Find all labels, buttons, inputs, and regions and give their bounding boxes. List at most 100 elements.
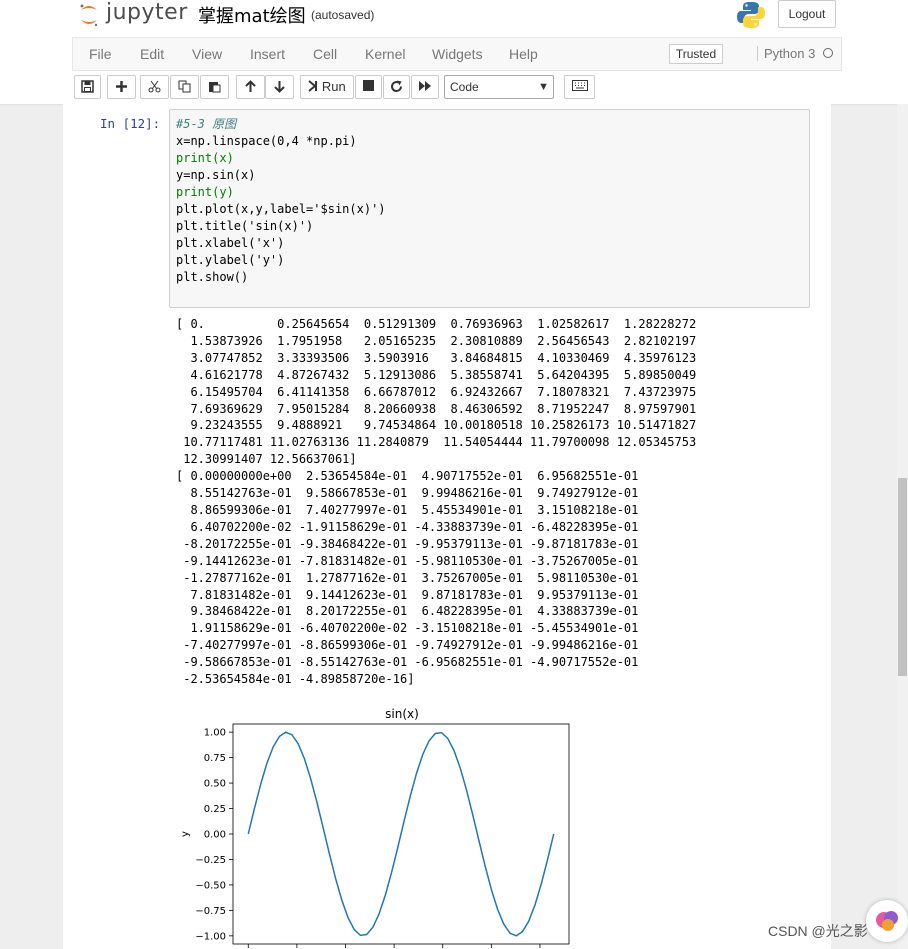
cell-output: [ 0. 0.25645654 0.51291309 0.76936963 1.… <box>176 316 696 688</box>
copy-icon <box>178 80 191 93</box>
jupyter-logo-icon <box>80 4 98 27</box>
kernel-idle-icon <box>823 48 833 58</box>
menu-edit[interactable]: Edit <box>140 46 164 62</box>
kernel-name: Python 3 <box>757 46 815 61</box>
menu-file[interactable]: File <box>89 46 112 62</box>
y-tick-label: 0.75 <box>204 753 226 764</box>
y-tick-label: −0.75 <box>195 906 226 917</box>
output-line: -7.40277997e-01 -8.86599306e-01 -9.74927… <box>176 638 639 653</box>
output-line: 9.23243555 9.4888921 9.74534864 10.00180… <box>176 418 697 433</box>
paste-button[interactable] <box>200 75 229 99</box>
code-line: plt.ylabel('y') <box>176 253 285 267</box>
cell-type-select[interactable]: Code ▼ <box>444 75 554 99</box>
output-line: 7.81831482e-01 9.14412623e-01 9.87181783… <box>176 587 639 602</box>
output-line: 1.53873926 1.7951958 2.05165235 2.308108… <box>176 333 697 348</box>
x-axis-ticks <box>247 944 541 948</box>
keyboard-icon <box>571 80 588 91</box>
save-button[interactable] <box>74 75 101 99</box>
y-tick-label: −0.25 <box>195 855 226 866</box>
y-axis-label: y <box>180 831 191 837</box>
restart-run-all-button[interactable] <box>411 75 439 99</box>
output-line: [ 0. 0.25645654 0.51291309 0.76936963 1.… <box>176 317 697 331</box>
code-line: #5-3 原图 <box>176 117 237 131</box>
restart-icon <box>391 80 403 93</box>
output-line: 4.61621778 4.87267432 5.12913086 5.38558… <box>176 367 697 382</box>
sin-plot: sin(x) y 1.00 0.75 0.50 0.25 0.00 −0.25 −0.50 −… <box>180 707 570 948</box>
code-line: print(y) <box>176 185 234 199</box>
output-line: -1.27877162e-01 1.27877162e-01 3.7526700… <box>176 570 639 585</box>
output-line: 12.30991407 12.56637061] <box>176 452 357 467</box>
output-line: 9.38468422e-01 8.20172255e-01 6.48228395… <box>176 604 639 619</box>
code-cell-editor[interactable]: #5-3 原图 x=np.linspace(0,4 *np.pi) print(… <box>169 109 810 308</box>
python-logo-icon <box>737 2 765 28</box>
menu-insert[interactable]: Insert <box>250 46 285 62</box>
output-line: -9.58667853e-01 -8.55142763e-01 -6.95682… <box>176 655 639 670</box>
output-line: 3.07747852 3.33393506 3.5903916 3.846848… <box>176 350 697 365</box>
run-button[interactable]: Run <box>300 75 354 99</box>
command-palette-button[interactable] <box>564 75 595 99</box>
trusted-indicator[interactable]: Trusted <box>669 44 723 64</box>
output-line: -9.14412623e-01 -7.81831482e-01 -5.98110… <box>176 553 639 568</box>
code-line: print(x) <box>176 151 234 165</box>
menu-kernel[interactable]: Kernel <box>365 46 405 62</box>
y-tick-label: −1.00 <box>195 931 226 942</box>
y-axis-ticks: 1.00 0.75 0.50 0.25 0.00 −0.25 −0.50 −0.75 −1.00 <box>195 728 233 942</box>
menu-help[interactable]: Help <box>509 46 538 62</box>
cut-button[interactable] <box>140 75 169 99</box>
y-tick-label: 0.25 <box>204 804 226 815</box>
notebook-name[interactable]: 掌握mat绘图 <box>198 2 306 28</box>
cell-type-value: Code <box>450 80 479 94</box>
output-line: 8.86599306e-01 7.40277997e-01 5.45534901… <box>176 502 639 517</box>
output-line: -8.20172255e-01 -9.38468422e-01 -9.95379… <box>176 536 639 551</box>
chevron-down-icon: ▼ <box>538 81 549 93</box>
brain-icon <box>876 911 898 931</box>
save-icon <box>81 80 94 93</box>
output-line: -2.53654584e-01 -4.89858720e-16] <box>176 672 415 687</box>
notebook-header: jupyter 掌握mat绘图 (autosaved) Logout File … <box>0 0 908 105</box>
copy-button[interactable] <box>170 75 199 99</box>
output-line: [ 0.00000000e+00 2.53654584e-01 4.907175… <box>176 469 639 484</box>
logout-button[interactable]: Logout <box>778 0 836 28</box>
restart-button[interactable] <box>383 75 410 99</box>
csdn-watermark: CSDN @光之影 <box>768 923 868 939</box>
interrupt-button[interactable] <box>355 75 382 99</box>
menu-widgets[interactable]: Widgets <box>432 46 483 62</box>
run-icon <box>308 80 318 92</box>
output-line: 8.55142763e-01 9.58667853e-01 9.99486216… <box>176 486 639 501</box>
arrow-up-icon <box>245 80 256 92</box>
code-editor-text[interactable]: #5-3 原图 x=np.linspace(0,4 *np.pi) print(… <box>176 116 386 286</box>
y-tick-label: 1.00 <box>204 728 226 739</box>
move-down-button[interactable] <box>265 75 294 99</box>
paste-icon <box>209 82 221 93</box>
input-prompt: In [12]: <box>100 116 161 131</box>
plus-icon <box>116 81 127 92</box>
output-line: 6.15495704 6.41141358 6.66787012 6.92432… <box>176 384 697 399</box>
output-line: 10.77117481 11.02763136 11.2840879 11.54… <box>176 435 697 450</box>
run-label: Run <box>321 79 346 94</box>
y-tick-label: −0.50 <box>195 880 226 891</box>
code-line: plt.show() <box>176 270 249 284</box>
fast-forward-icon <box>419 81 431 91</box>
jupyter-logo[interactable]: jupyter <box>78 0 198 32</box>
page-scrollbar[interactable] <box>897 104 908 949</box>
arrow-down-icon <box>274 81 285 93</box>
insert-cell-button[interactable] <box>107 75 136 99</box>
output-line: 1.91158629e-01 -6.40702200e-02 -3.151082… <box>176 621 639 636</box>
stop-icon <box>363 80 374 91</box>
output-line: 6.40702200e-02 -1.91158629e-01 -4.338837… <box>176 519 639 534</box>
move-up-button[interactable] <box>236 75 265 99</box>
assistant-avatar[interactable] <box>866 900 908 942</box>
y-tick-label: 0.50 <box>204 779 226 790</box>
autosave-status: (autosaved) <box>311 8 375 22</box>
code-line: y=np.sin(x) <box>176 168 256 182</box>
menu-cell[interactable]: Cell <box>313 46 337 62</box>
code-line: plt.plot(x,y,label='$sin(x)') <box>176 202 386 216</box>
y-tick-label: 0.00 <box>204 830 226 841</box>
jupyter-logo-text: jupyter <box>106 0 188 25</box>
code-line: x=np.linspace(0,4 *np.pi) <box>176 134 357 148</box>
menubar: File Edit View Insert Cell Kernel Widget… <box>72 37 842 71</box>
code-line: plt.title('sin(x)') <box>176 219 314 233</box>
scrollbar-thumb[interactable] <box>898 478 907 676</box>
menu-view[interactable]: View <box>192 46 222 62</box>
plot-title: sin(x) <box>385 707 419 721</box>
